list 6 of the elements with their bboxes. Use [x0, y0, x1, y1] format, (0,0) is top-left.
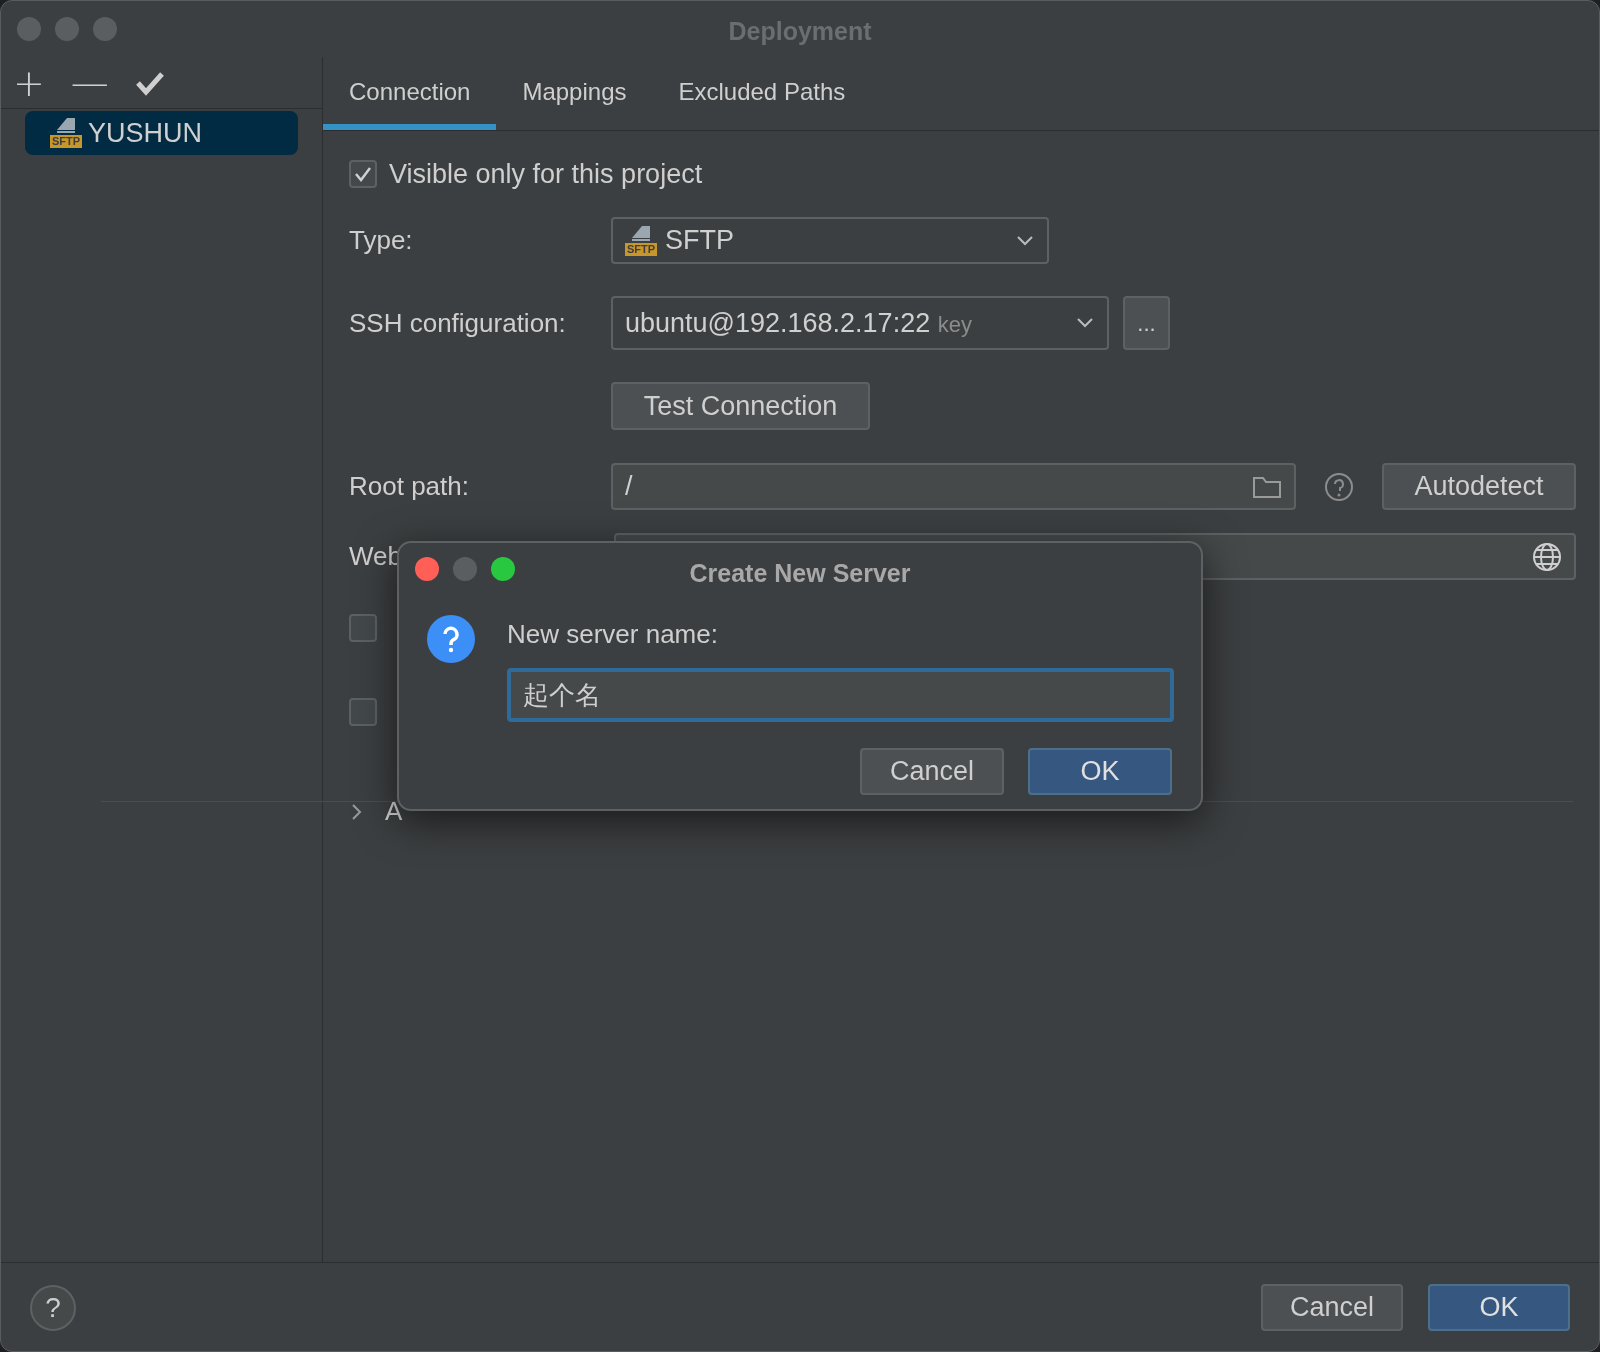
field-label: SSH configuration:: [349, 306, 567, 340]
field-label: Type:: [349, 224, 414, 257]
dialog-title: Create New Server: [689, 558, 911, 589]
checkbox-label: Visible only for this project: [389, 157, 703, 191]
prompt-label: New server name:: [507, 618, 719, 651]
field-label: Root path:: [349, 470, 470, 503]
